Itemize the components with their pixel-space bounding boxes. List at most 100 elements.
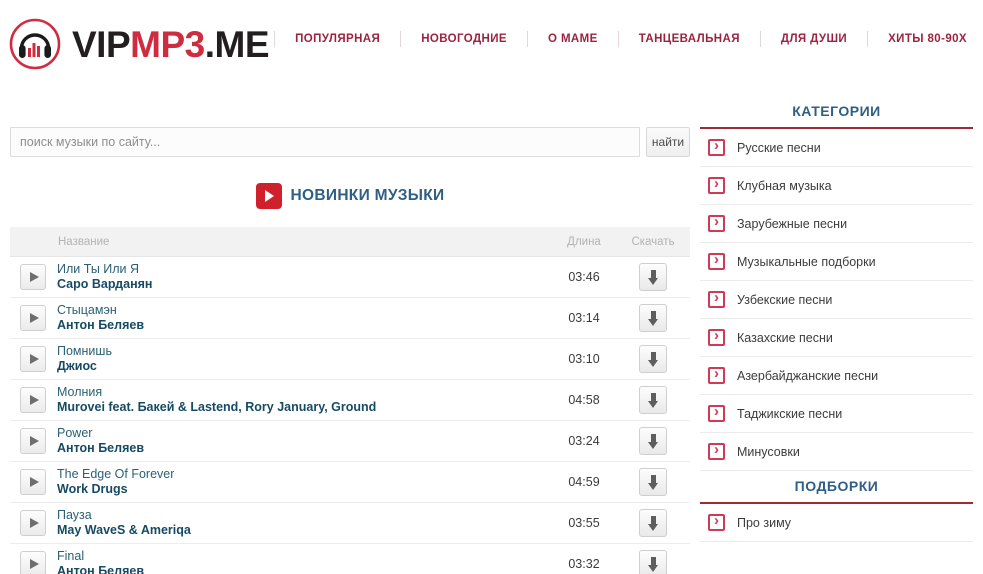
- play-button[interactable]: [20, 428, 46, 454]
- sidebar-category-item[interactable]: Клубная музыка: [700, 167, 973, 205]
- track-length: 03:24: [568, 434, 600, 448]
- track-name-cell: Power Антон Беляев: [10, 426, 552, 456]
- track-meta: Пауза May WaveS & Ameriqa: [57, 508, 191, 538]
- new-music-heading: НОВИНКИ МУЗЫКИ: [10, 183, 690, 209]
- track-name-cell: Молния Murovei feat. Бакей & Lastend, Ror…: [10, 385, 552, 415]
- track-artist[interactable]: Джиос: [57, 359, 112, 374]
- track-download-cell: [616, 345, 690, 373]
- play-button[interactable]: [20, 264, 46, 290]
- sidebar-item-label: Зарубежные песни: [737, 216, 848, 231]
- track-length: 03:32: [568, 557, 600, 571]
- sidebar-item-label: Русские песни: [737, 140, 821, 155]
- track-row[interactable]: Power Антон Беляев 03:24: [10, 421, 690, 462]
- nav-item-dance[interactable]: ТАНЦЕВАЛЬНАЯ: [617, 31, 760, 47]
- track-artist[interactable]: Murovei feat. Бакей & Lastend, Rory Janu…: [57, 400, 376, 415]
- track-row[interactable]: Молния Murovei feat. Бакей & Lastend, Ror…: [10, 380, 690, 421]
- play-button[interactable]: [20, 469, 46, 495]
- track-artist[interactable]: Work Drugs: [57, 482, 174, 497]
- sidebar-item-label: Минусовки: [737, 444, 800, 459]
- download-button[interactable]: [639, 550, 667, 574]
- track-meta: Final Антон Беляев: [57, 549, 144, 574]
- track-artist[interactable]: Саро Варданян: [57, 277, 152, 292]
- play-badge-icon: [255, 183, 282, 209]
- track-title[interactable]: Power: [57, 426, 144, 441]
- track-artist[interactable]: Антон Беляев: [57, 564, 144, 574]
- track-name-cell: Пауза May WaveS & Ameriqa: [10, 508, 552, 538]
- track-name-cell: Стыцамэн Антон Беляев: [10, 303, 552, 333]
- track-meta: Помнишь Джиос: [57, 344, 112, 374]
- chevron-right-icon: [708, 327, 725, 346]
- track-title[interactable]: Пауза: [57, 508, 191, 523]
- track-length: 03:55: [568, 516, 600, 530]
- nav-item-hits-80-90[interactable]: ХИТЫ 80-90Х: [867, 31, 975, 47]
- nav-item-new-year[interactable]: НОВОГОДНИЕ: [400, 31, 527, 47]
- sidebar-category-item[interactable]: Зарубежные песни: [700, 205, 973, 243]
- play-button[interactable]: [20, 387, 46, 413]
- chevron-right-icon: [708, 512, 725, 531]
- download-button[interactable]: [639, 509, 667, 537]
- sidebar-categories-block: КАТЕГОРИИ Русские песни Клубная музыка Зар…: [700, 96, 973, 471]
- play-button[interactable]: [20, 551, 46, 574]
- track-name-cell: Помнишь Джиос: [10, 344, 552, 374]
- sidebar-category-item[interactable]: Минусовки: [700, 433, 973, 471]
- download-button[interactable]: [639, 304, 667, 332]
- column-header-length: Длина: [567, 235, 601, 248]
- chevron-right-icon: [708, 289, 725, 308]
- track-title[interactable]: Молния: [57, 385, 376, 400]
- track-name-cell: Final Антон Беляев: [10, 549, 552, 574]
- nav-item-popular[interactable]: ПОПУЛЯРНАЯ: [274, 31, 400, 47]
- track-download-cell: [616, 509, 690, 537]
- track-artist[interactable]: Антон Беляев: [57, 318, 144, 333]
- main-content: найти НОВИНКИ МУЗЫКИ Название Длина Скач…: [10, 96, 690, 574]
- search-submit-button[interactable]: найти: [646, 127, 690, 157]
- track-artist[interactable]: Антон Беляев: [57, 441, 144, 456]
- track-title[interactable]: Стыцамэн: [57, 303, 144, 318]
- site-logo[interactable]: VIPMP3.ME: [8, 17, 270, 71]
- track-title[interactable]: Помнишь: [57, 344, 112, 359]
- sidebar-category-item[interactable]: Казахские песни: [700, 319, 973, 357]
- track-title[interactable]: Или Ты Или Я: [57, 262, 152, 277]
- download-button[interactable]: [639, 468, 667, 496]
- track-artist[interactable]: May WaveS & Ameriqa: [57, 523, 191, 538]
- play-button[interactable]: [20, 346, 46, 372]
- nav-item-about-mom[interactable]: О МАМЕ: [527, 31, 618, 47]
- track-length: 04:59: [568, 475, 600, 489]
- download-button[interactable]: [639, 427, 667, 455]
- track-title[interactable]: Final: [57, 549, 144, 564]
- search-input[interactable]: [10, 127, 640, 157]
- track-list-body: Или Ты Или Я Саро Варданян 03:46 Стыцамэн Ан…: [10, 257, 690, 574]
- track-title[interactable]: The Edge Of Forever: [57, 467, 174, 482]
- sidebar-category-item[interactable]: Русские песни: [700, 129, 973, 167]
- track-row[interactable]: The Edge Of Forever Work Drugs 04:59: [10, 462, 690, 503]
- download-button[interactable]: [639, 345, 667, 373]
- site-header: VIPMP3.ME ПОПУЛЯРНАЯ НОВОГОДНИЕ О МАМЕ Т…: [0, 0, 983, 96]
- track-row[interactable]: Стыцамэн Антон Беляев 03:14: [10, 298, 690, 339]
- track-row[interactable]: Пауза May WaveS & Ameriqa 03:55: [10, 503, 690, 544]
- headphones-equalizer-icon: [8, 17, 62, 71]
- track-length: 03:46: [568, 270, 600, 284]
- play-button[interactable]: [20, 305, 46, 331]
- nav-item-for-soul[interactable]: ДЛЯ ДУШИ: [759, 31, 867, 47]
- play-button[interactable]: [20, 510, 46, 536]
- track-length: 04:58: [568, 393, 600, 407]
- track-row[interactable]: Или Ты Или Я Саро Варданян 03:46: [10, 257, 690, 298]
- download-button[interactable]: [639, 386, 667, 414]
- sidebar-collection-item[interactable]: Про зиму: [700, 504, 973, 542]
- sidebar-item-label: Казахские песни: [737, 330, 833, 345]
- sidebar: КАТЕГОРИИ Русские песни Клубная музыка Зар…: [700, 96, 973, 542]
- track-row[interactable]: Помнишь Джиос 03:10: [10, 339, 690, 380]
- track-meta: Или Ты Или Я Саро Варданян: [57, 262, 152, 292]
- sidebar-category-item[interactable]: Таджикские песни: [700, 395, 973, 433]
- sidebar-category-item[interactable]: Азербайджанские песни: [700, 357, 973, 395]
- sidebar-category-item[interactable]: Узбекские песни: [700, 281, 973, 319]
- track-download-cell: [616, 550, 690, 574]
- chevron-right-icon: [708, 137, 725, 156]
- track-download-cell: [616, 386, 690, 414]
- track-name-cell: Или Ты Или Я Саро Варданян: [10, 262, 552, 292]
- page-root: VIPMP3.ME ПОПУЛЯРНАЯ НОВОГОДНИЕ О МАМЕ Т…: [0, 0, 983, 574]
- download-button[interactable]: [639, 263, 667, 291]
- sidebar-category-item[interactable]: Музыкальные подборки: [700, 243, 973, 281]
- track-length: 03:14: [568, 311, 600, 325]
- track-row[interactable]: Final Антон Беляев 03:32: [10, 544, 690, 574]
- logo-text-me: .ME: [204, 23, 270, 65]
